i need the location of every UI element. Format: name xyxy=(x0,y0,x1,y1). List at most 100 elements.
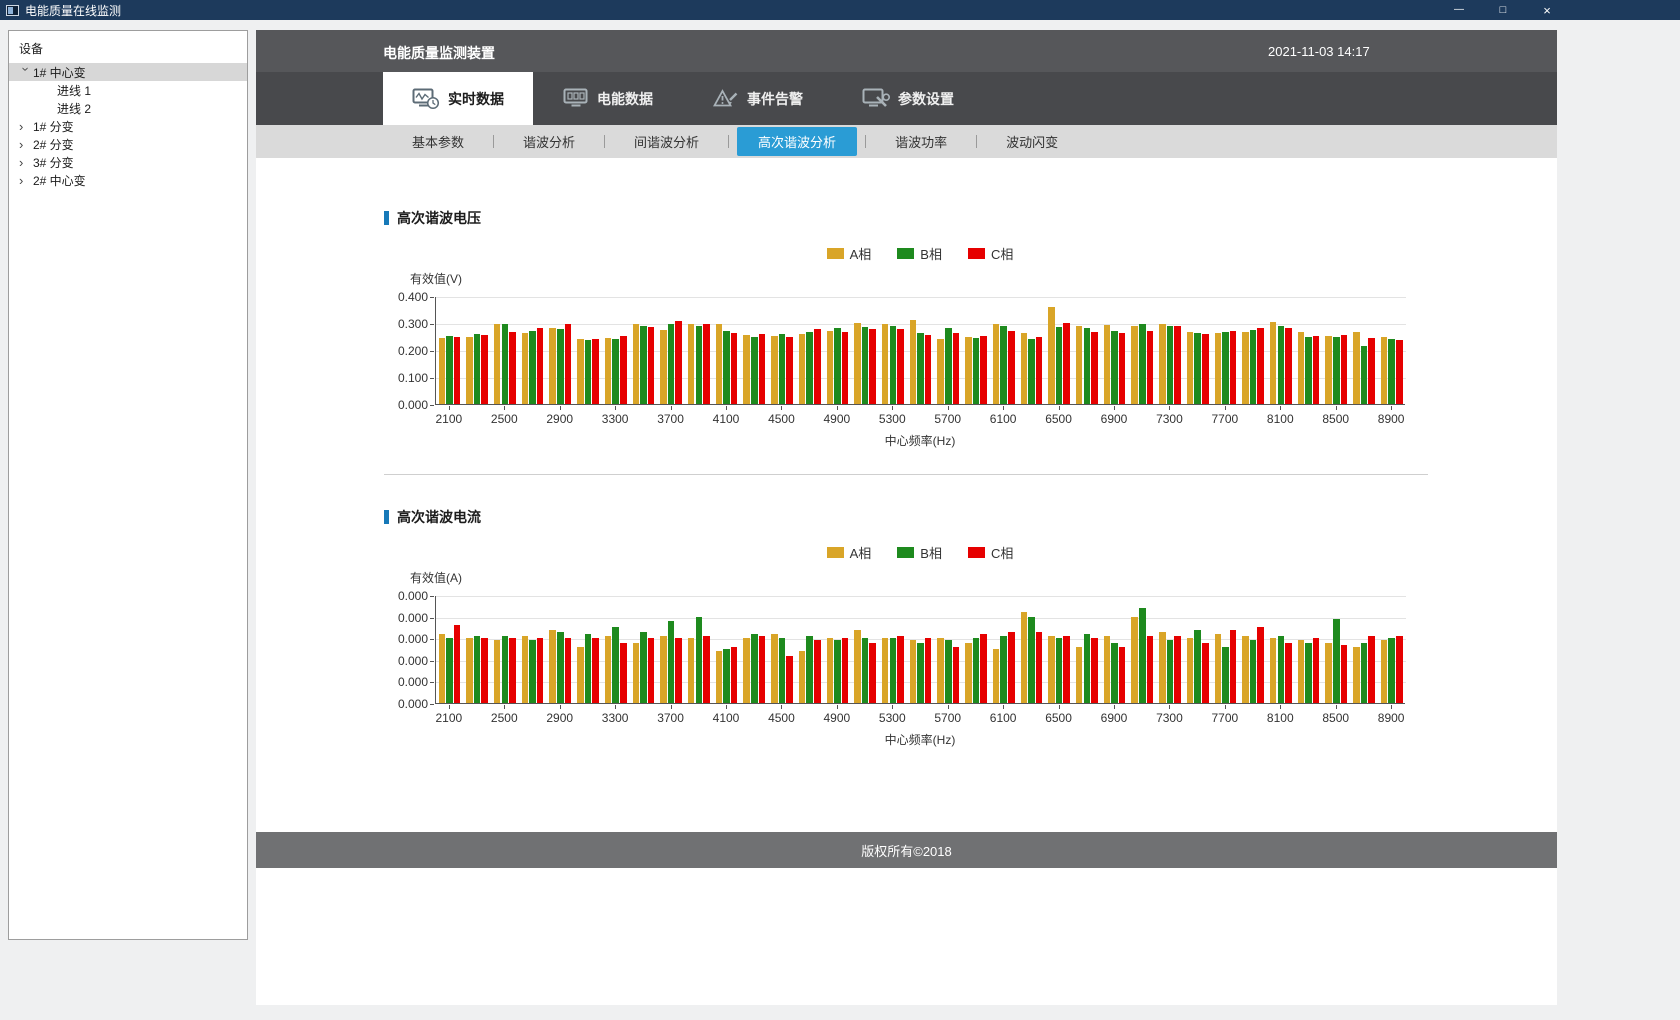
bar xyxy=(668,324,675,405)
bar xyxy=(945,328,952,404)
x-tick-label: 8500 xyxy=(1314,412,1358,426)
tab-label: 参数设置 xyxy=(898,89,954,109)
y-tick-label: 0.100 xyxy=(384,371,428,385)
subtab-波动闪变[interactable]: 波动闪变 xyxy=(985,127,1079,156)
tree-item[interactable]: ›2# 中心变 xyxy=(9,171,247,189)
bar xyxy=(1381,640,1388,703)
y-axis-label: 有效值(V) xyxy=(410,270,462,287)
bar xyxy=(1048,636,1055,703)
window-title: 电能质量在线监测 xyxy=(25,2,121,19)
bar xyxy=(814,329,821,404)
chevron-right-icon[interactable]: › xyxy=(19,155,33,170)
close-button[interactable]: × xyxy=(1525,0,1569,20)
bar xyxy=(799,334,806,404)
x-tick-mark xyxy=(560,406,561,410)
bar xyxy=(723,649,730,703)
bar xyxy=(862,327,869,404)
x-tick-label: 2900 xyxy=(538,711,582,725)
x-tick-mark xyxy=(1059,705,1060,709)
bar xyxy=(1194,333,1201,404)
bar xyxy=(668,621,675,703)
tree-item[interactable]: ›1# 中心变 xyxy=(9,63,247,81)
tab-电能数据[interactable]: 电能数据 xyxy=(533,72,683,125)
bar xyxy=(549,630,556,703)
minimize-button[interactable]: — xyxy=(1437,0,1481,20)
y-tick-label: 0.000 xyxy=(384,611,428,625)
x-tick-label: 2900 xyxy=(538,412,582,426)
legend-swatch xyxy=(827,248,844,259)
bar xyxy=(1278,636,1285,703)
bar xyxy=(1056,638,1063,703)
bar xyxy=(1056,327,1063,404)
bar xyxy=(502,636,509,703)
sidebar-header: 设备 xyxy=(9,31,247,63)
x-tick-label: 2500 xyxy=(482,412,526,426)
tree-item[interactable]: 进线 1 xyxy=(9,81,247,99)
subtab-谐波功率[interactable]: 谐波功率 xyxy=(874,127,968,156)
bar xyxy=(1341,335,1348,404)
x-tick-mark xyxy=(504,406,505,410)
bar xyxy=(799,651,806,703)
legend-label: C相 xyxy=(991,543,1013,562)
bar xyxy=(882,324,889,404)
bar xyxy=(1000,326,1007,404)
tab-事件告警[interactable]: 事件告警 xyxy=(683,72,833,125)
maximize-button[interactable]: □ xyxy=(1481,0,1525,20)
bar xyxy=(973,638,980,703)
bar xyxy=(910,640,917,703)
chevron-right-icon[interactable]: › xyxy=(19,119,33,134)
x-tick-mark xyxy=(781,705,782,709)
x-tick-mark xyxy=(726,705,727,709)
tree-item[interactable]: ›1# 分变 xyxy=(9,117,247,135)
legend-label: B相 xyxy=(920,543,942,562)
gridline xyxy=(436,596,1406,597)
legend-label: A相 xyxy=(850,543,872,562)
tree-item[interactable]: ›3# 分变 xyxy=(9,153,247,171)
gridline xyxy=(436,618,1406,619)
chart-section: 高次谐波电压A相B相C相有效值(V)0.0000.1000.2000.3000.… xyxy=(384,208,1444,508)
bar xyxy=(1270,638,1277,703)
chevron-right-icon[interactable]: › xyxy=(19,173,33,188)
x-tick-label: 4100 xyxy=(704,412,748,426)
plot-area xyxy=(435,596,1405,704)
bar xyxy=(827,331,834,404)
x-tick-mark xyxy=(1391,705,1392,709)
bar xyxy=(612,627,619,703)
tab-参数设置[interactable]: 参数设置 xyxy=(833,72,983,125)
x-tick-label: 3700 xyxy=(649,711,693,725)
x-tick-mark xyxy=(1169,705,1170,709)
chevron-down-icon[interactable]: › xyxy=(19,66,34,80)
bar xyxy=(1325,643,1332,704)
bar xyxy=(640,632,647,703)
titlebar: 电能质量在线监测 —□× xyxy=(0,0,1680,20)
bar xyxy=(965,643,972,704)
tree-item[interactable]: ›2# 分变 xyxy=(9,135,247,153)
y-tick-mark xyxy=(430,378,434,379)
subtab-间谐波分析[interactable]: 间谐波分析 xyxy=(613,127,720,156)
bar xyxy=(522,333,529,404)
bar xyxy=(1361,643,1368,704)
subtab-高次谐波分析[interactable]: 高次谐波分析 xyxy=(737,127,857,156)
y-tick-mark xyxy=(430,351,434,352)
x-tick-label: 6500 xyxy=(1037,412,1081,426)
bar xyxy=(806,332,813,404)
chevron-right-icon[interactable]: › xyxy=(19,137,33,152)
sidebar-panel: 设备 ›1# 中心变进线 1进线 2›1# 分变›2# 分变›3# 分变›2# … xyxy=(8,30,248,940)
tree-item-label: 2# 中心变 xyxy=(33,172,86,189)
bar xyxy=(696,617,703,703)
bar xyxy=(474,334,481,404)
y-tick-mark xyxy=(430,618,434,619)
bar xyxy=(633,643,640,704)
bar xyxy=(1194,630,1201,703)
subtab-谐波分析[interactable]: 谐波分析 xyxy=(502,127,596,156)
bar xyxy=(439,634,446,703)
x-tick-mark xyxy=(615,406,616,410)
subtab-基本参数[interactable]: 基本参数 xyxy=(391,127,485,156)
tab-实时数据[interactable]: 实时数据 xyxy=(383,72,533,125)
legend-item: A相 xyxy=(827,543,872,562)
bar xyxy=(925,335,932,404)
bar xyxy=(592,638,599,703)
tree-item[interactable]: 进线 2 xyxy=(9,99,247,117)
y-tick-label: 0.000 xyxy=(384,632,428,646)
x-axis-label: 中心频率(Hz) xyxy=(435,432,1405,449)
